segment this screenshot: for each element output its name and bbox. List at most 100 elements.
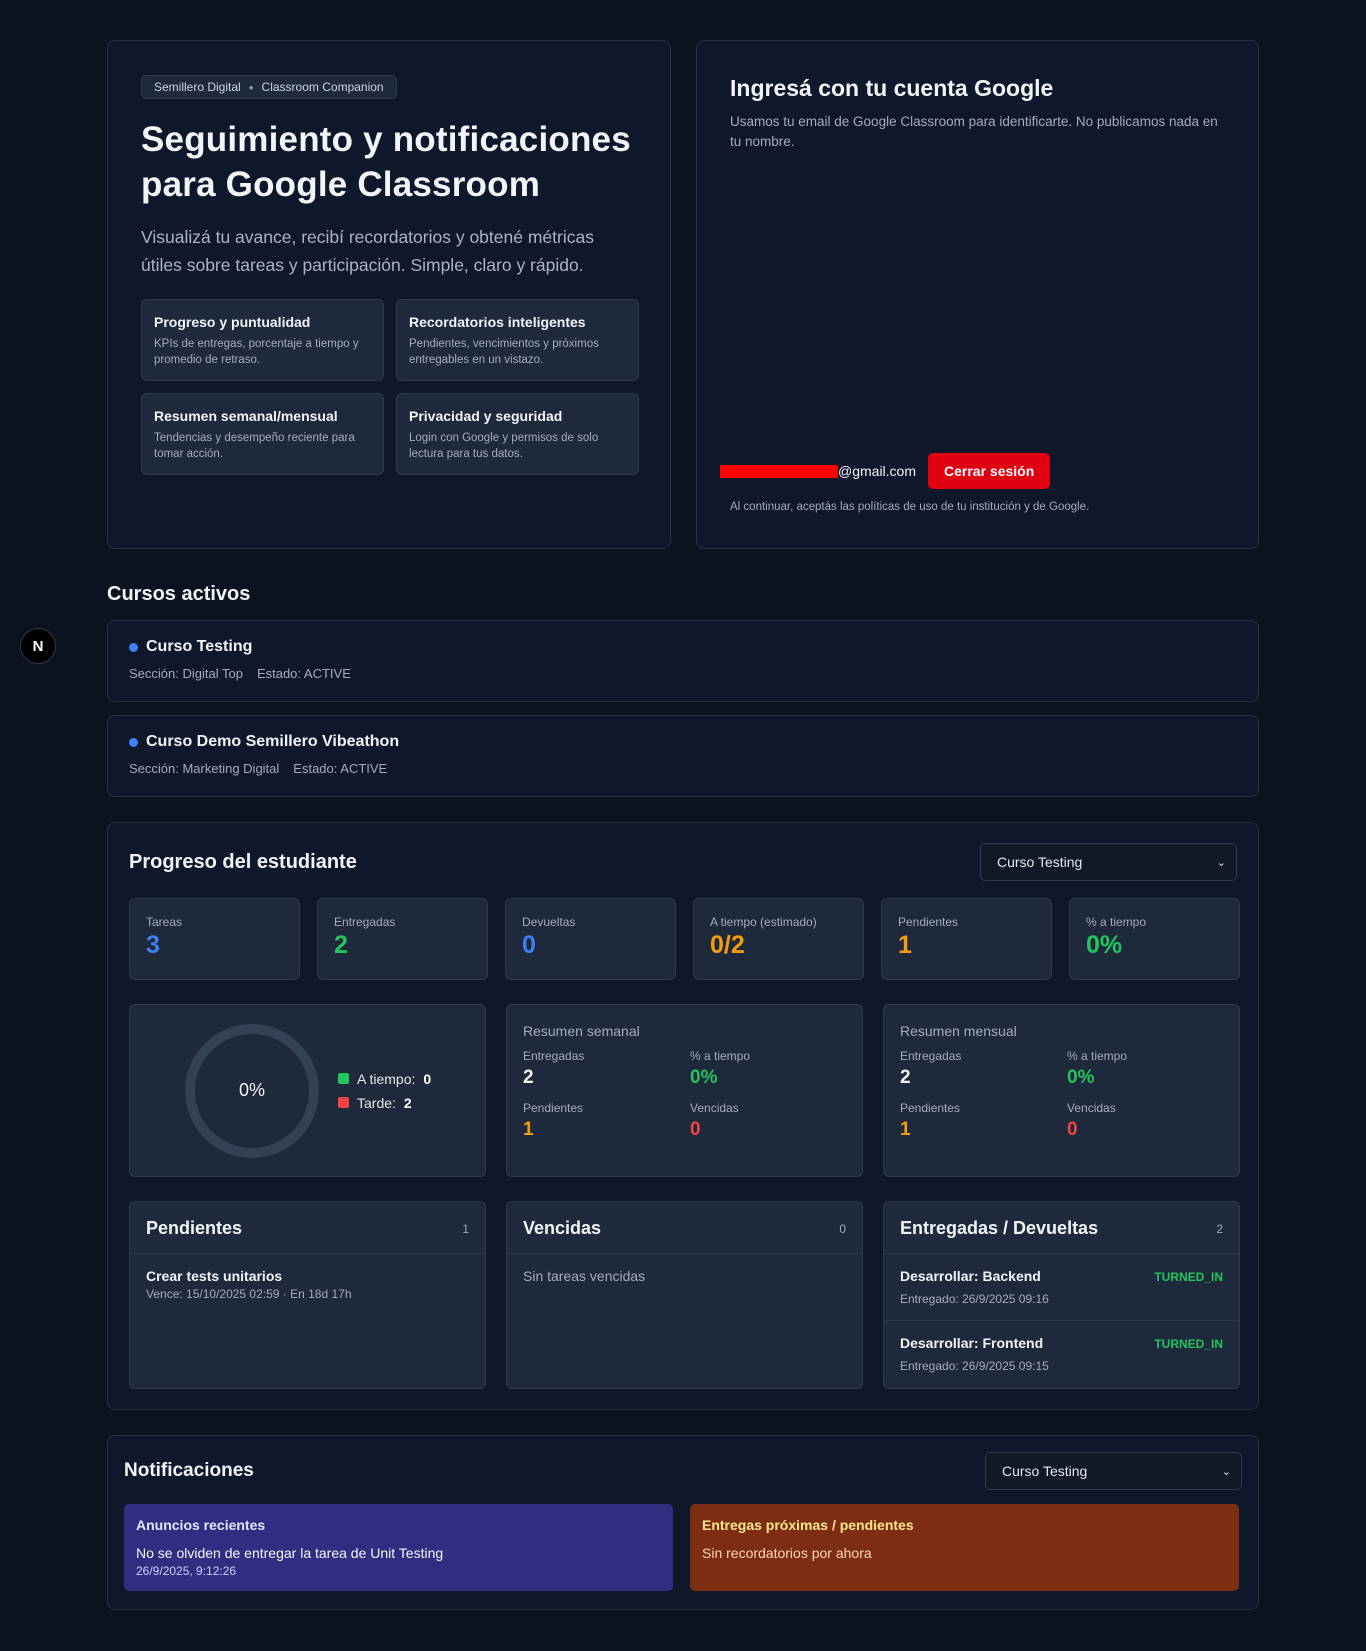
login-card: Ingresá con tu cuenta Google Usamos tu e…	[696, 40, 1259, 549]
progress-card: Progreso del estudiante Curso Testing ⌄ …	[107, 822, 1259, 1410]
announcements-box: Anuncios recientes No se olviden de entr…	[124, 1504, 673, 1591]
kpi-card: Entregadas 2	[317, 898, 488, 980]
status-badge: TURNED_IN	[1154, 1337, 1223, 1351]
course-name-row: Curso Testing	[129, 638, 1237, 656]
kpi-value: 0/2	[710, 931, 745, 959]
page-title: Seguimiento y notificaciones para Google…	[141, 120, 631, 204]
course-list: Curso Testing Sección: Digital Top Estado…	[107, 620, 1259, 797]
login-title: Ingresá con tu cuenta Google	[730, 75, 1054, 101]
course-state: Estado: ACTIVE	[293, 761, 388, 776]
monthly-summary: Resumen mensual Entregadas 2 % a tiempo 0%…	[883, 1004, 1240, 1177]
kpi-label: Devueltas	[522, 915, 576, 929]
kpi-value: 0	[522, 931, 536, 959]
breadcrumb-product: Classroom Companion	[261, 80, 384, 94]
hero-lead: Visualizá tu avance, recibí recordatorio…	[141, 227, 594, 275]
pending-count: 1	[462, 1221, 469, 1236]
weekly-title: Resumen semanal	[523, 1023, 640, 1039]
nextjs-badge-icon[interactable]: N	[20, 628, 56, 664]
monthly-overdue-label: Vencidas	[1067, 1101, 1116, 1115]
feature-grid: Progreso y puntualidad KPIs de entregas,…	[141, 299, 639, 475]
kpi-label: Pendientes	[898, 915, 959, 929]
task-title: Desarrollar: Backend	[900, 1268, 1041, 1284]
submitted-title: Entregadas / Devueltas	[900, 1218, 1099, 1238]
feature-title: Recordatorios inteligentes	[409, 314, 586, 330]
announcements-title: Anuncios recientes	[136, 1517, 266, 1533]
legend-late: Tarde: 2	[338, 1095, 431, 1111]
kpi-label: Tareas	[146, 915, 183, 929]
overdue-title: Vencidas	[523, 1218, 602, 1238]
monthly-pending-label: Pendientes	[900, 1101, 961, 1115]
weekly-summary: Resumen semanal Entregadas 2 % a tiempo 0%…	[506, 1004, 863, 1177]
pending-header: Pendientes 1	[130, 1202, 485, 1254]
due-message: Sin recordatorios por ahora	[702, 1545, 872, 1561]
login-subtitle: Usamos tu email de Google Classroom para…	[730, 114, 1218, 149]
monthly-grid: Entregadas 2 % a tiempo 0% Pendientes 1 Ven…	[900, 1049, 1223, 1141]
chevron-down-icon: ⌄	[1216, 856, 1226, 869]
feature-desc: Pendientes, vencimientos y próximos entr…	[409, 338, 599, 366]
course-card[interactable]: Curso Demo Semillero Vibeathon Sección: …	[107, 715, 1259, 797]
list-item[interactable]: Desarrollar: Frontend Entregado: 26/9/20…	[884, 1320, 1239, 1387]
submitted-count: 2	[1216, 1221, 1223, 1236]
course-meta: Sección: Digital Top Estado: ACTIVE	[129, 666, 1237, 681]
kpi-label: % a tiempo	[1086, 915, 1147, 929]
breadcrumb-brand: Semillero Digital	[154, 80, 241, 94]
legend-label: Tarde:	[357, 1094, 396, 1111]
kpi-card: Devueltas 0	[505, 898, 676, 980]
breadcrumb-separator: ●	[248, 82, 254, 92]
feature-card: Privacidad y seguridad Login con Google …	[396, 393, 639, 475]
course-select[interactable]: Curso Testing ⌄	[980, 843, 1237, 881]
course-meta: Sección: Marketing Digital Estado: ACTIVE	[129, 761, 1237, 776]
monthly-ontime-value: 0%	[1067, 1067, 1095, 1088]
feature-desc: KPIs de entregas, porcentaje a tiempo y …	[154, 338, 359, 366]
course-name: Curso Demo Semillero Vibeathon	[146, 733, 400, 750]
hero-card: Semillero Digital ● Classroom Companion …	[107, 40, 671, 549]
course-name-row: Curso Demo Semillero Vibeathon	[129, 733, 1237, 751]
pending-title: Pendientes	[146, 1218, 243, 1238]
feature-title: Progreso y puntualidad	[154, 314, 311, 330]
kpi-label: A tiempo (estimado)	[710, 915, 817, 929]
donut-center-label: 0%	[238, 1080, 265, 1100]
logout-button[interactable]: Cerrar sesión	[928, 453, 1051, 489]
legend-swatch	[338, 1097, 349, 1108]
feature-card: Resumen semanal/mensual Tendencias y des…	[141, 393, 384, 475]
progress-header: Progreso del estudiante Curso Testing ⌄	[129, 843, 1237, 881]
weekly-ontime-label: % a tiempo	[690, 1049, 751, 1063]
feature-title: Resumen semanal/mensual	[154, 408, 338, 424]
kpi-value: 2	[334, 931, 348, 959]
task-due: Vence: 15/10/2025 02:59 · En 18d 17h	[146, 1287, 352, 1301]
weekly-delivered-value: 2	[523, 1067, 534, 1088]
legend-value: 0	[423, 1070, 432, 1087]
overdue-count: 0	[839, 1221, 846, 1236]
lists-row: Pendientes 1 Crear tests unitarios Vence…	[129, 1201, 1240, 1389]
overdue-empty: Sin tareas vencidas	[523, 1268, 646, 1284]
notifications-course-select[interactable]: Curso Testing ⌄	[985, 1452, 1242, 1490]
submitted-panel: Entregadas / Devueltas 2 Desarrollar: Ba…	[883, 1201, 1240, 1389]
task-submitted-date: Entregado: 26/9/2025 09:15	[900, 1359, 1049, 1373]
courses-title: Cursos activos	[107, 583, 251, 605]
task-submitted-date: Entregado: 26/9/2025 09:16	[900, 1292, 1049, 1306]
weekly-overdue-value: 0	[690, 1119, 701, 1140]
monthly-delivered-label: Entregadas	[900, 1049, 962, 1063]
overdue-header: Vencidas 0	[507, 1202, 862, 1254]
progress-title: Progreso del estudiante	[129, 850, 357, 873]
submitted-header: Entregadas / Devueltas 2	[884, 1202, 1239, 1254]
notifications-header: Notificaciones Curso Testing ⌄	[124, 1452, 1242, 1490]
course-card[interactable]: Curso Testing Sección: Digital Top Estado…	[107, 620, 1259, 702]
monthly-delivered-value: 2	[900, 1067, 911, 1088]
legend-value: 2	[403, 1094, 412, 1111]
monthly-ontime-label: % a tiempo	[1067, 1049, 1128, 1063]
terms-text: Al continuar, aceptás las políticas de u…	[730, 501, 1090, 513]
kpi-value: 0%	[1086, 931, 1123, 959]
list-item[interactable]: Desarrollar: Backend Entregado: 26/9/202…	[884, 1254, 1239, 1320]
feature-title: Privacidad y seguridad	[409, 408, 563, 424]
account-row: @gmail.com Cerrar sesión	[720, 453, 1051, 489]
weekly-pending-label: Pendientes	[523, 1101, 584, 1115]
notifications-card: Notificaciones Curso Testing ⌄ Anuncios …	[107, 1435, 1259, 1610]
due-reminders-box: Entregas próximas / pendientes Sin recor…	[690, 1504, 1239, 1591]
chevron-down-icon: ⌄	[1221, 1465, 1231, 1478]
course-name: Curso Testing	[146, 638, 253, 655]
legend-ontime: A tiempo: 0	[338, 1071, 431, 1087]
list-item[interactable]: Crear tests unitarios Vence: 15/10/2025 …	[130, 1254, 485, 1315]
donut-legend: A tiempo: 0 Tarde: 2	[338, 1071, 431, 1111]
weekly-overdue-label: Vencidas	[690, 1101, 739, 1115]
